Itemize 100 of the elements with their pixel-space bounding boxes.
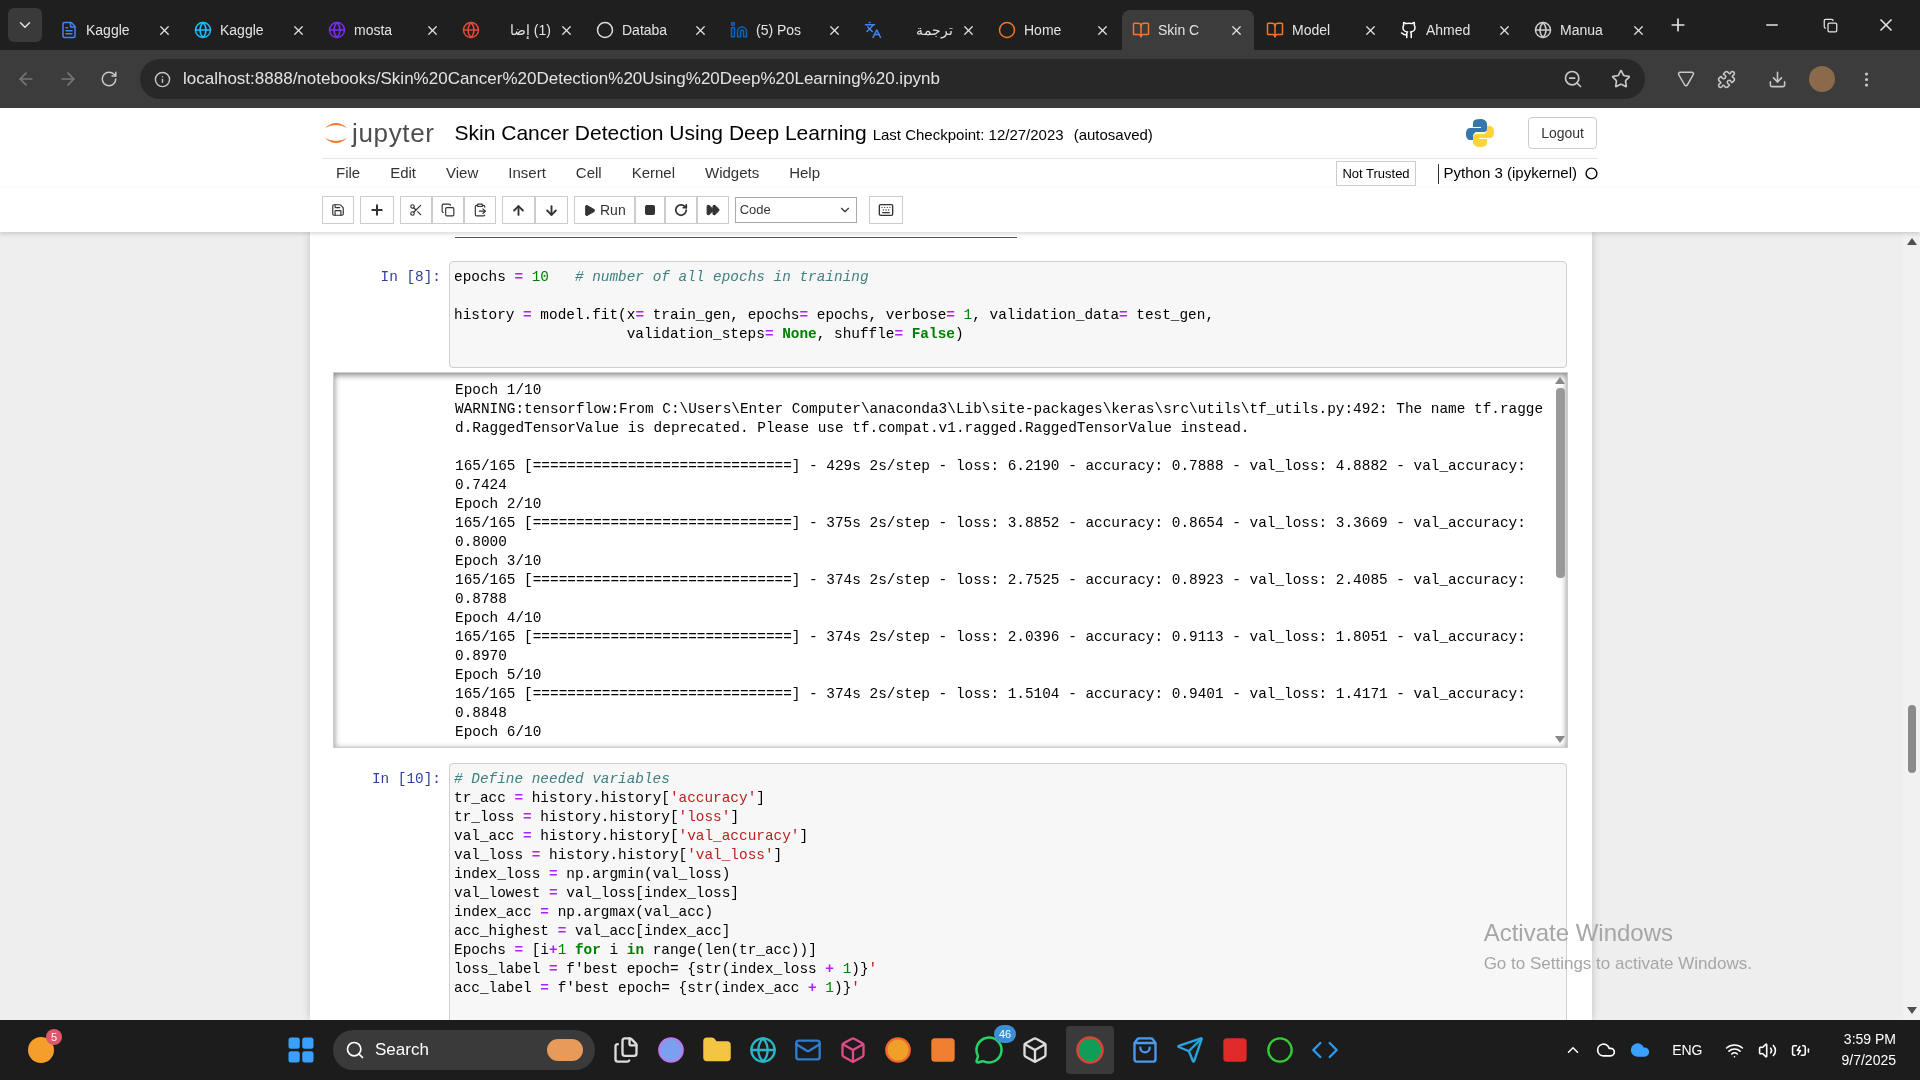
language-indicator[interactable]: ENG bbox=[1672, 1039, 1703, 1061]
browser-tab[interactable]: Home bbox=[988, 10, 1120, 50]
output-line: 165/165 [==============================] - 375s 2s/step - loss: 3.8852 - accuracy: 0.8654 - val_loss: 3.3669 - val_accuracy: 0.8000 bbox=[455, 514, 1527, 552]
kernel-name: Python 3 (ipykernel) bbox=[1443, 163, 1577, 184]
browser-tab[interactable]: (5) Pos bbox=[720, 10, 852, 50]
menu-item[interactable]: Insert bbox=[508, 162, 546, 185]
move-down-button[interactable] bbox=[535, 196, 568, 224]
menu-item[interactable]: Cell bbox=[575, 162, 602, 185]
cut-button[interactable] bbox=[400, 196, 432, 224]
save-button[interactable] bbox=[322, 196, 354, 224]
tab-title: Skin C bbox=[1158, 20, 1201, 40]
code-line: acc_highest = val_acc[index_acc] bbox=[454, 922, 731, 940]
code-input[interactable]: epochs = 10 # number of all epochs in training history = model.fit(x= train_gen, epochs= epochs, verbose= 1, validation_data= test_gen, validation_steps= None, shuffle= False) bbox=[449, 261, 1567, 368]
circle-icon[interactable] bbox=[884, 1036, 912, 1064]
triangle-icon[interactable] bbox=[1677, 70, 1695, 88]
ring-icon[interactable] bbox=[1266, 1036, 1294, 1064]
tab-title: Ahmed bbox=[1426, 20, 1472, 40]
run-all-button[interactable] bbox=[696, 196, 729, 224]
extensions-icon[interactable] bbox=[1717, 69, 1736, 89]
menu-item[interactable]: Help bbox=[789, 162, 821, 185]
bookmark-icon[interactable] bbox=[1611, 69, 1631, 89]
cell-type-select[interactable]: Code bbox=[734, 197, 857, 223]
code-line: history = model.fit(x= train_gen, epochs= epochs, verbose= 1, validation_data= test_gen, bbox=[454, 306, 1215, 324]
code-line: epochs = 10 # number of all epochs in training bbox=[454, 268, 869, 286]
restart-icon bbox=[673, 203, 688, 217]
copy-button[interactable] bbox=[432, 196, 464, 224]
browser-tab[interactable]: Model bbox=[1256, 10, 1388, 50]
globe-icon bbox=[194, 21, 212, 39]
browser-tab[interactable]: Manua bbox=[1524, 10, 1656, 50]
browser-tab[interactable]: (1) إضا bbox=[452, 10, 584, 50]
browser-tab[interactable]: ترجمة bbox=[854, 10, 986, 50]
browser-tab[interactable]: Databa bbox=[586, 10, 718, 50]
cube-icon[interactable] bbox=[1021, 1036, 1049, 1064]
square-icon[interactable] bbox=[929, 1036, 957, 1064]
menu-item[interactable]: Kernel bbox=[631, 162, 675, 185]
tab-list-button[interactable] bbox=[8, 8, 42, 42]
circle-icon[interactable] bbox=[1075, 1035, 1105, 1065]
tab-title: Model bbox=[1292, 20, 1332, 40]
cell-prompt: In [8]: bbox=[379, 268, 442, 287]
menu-item[interactable]: Widgets bbox=[705, 162, 760, 185]
stop-button[interactable] bbox=[634, 196, 665, 224]
browser-tab[interactable]: Skin C bbox=[1122, 10, 1254, 50]
zoom-icon[interactable] bbox=[1563, 69, 1583, 89]
clock-date[interactable]: 9/7/2025 bbox=[1841, 1050, 1896, 1071]
output-line: Epoch 3/10 bbox=[455, 552, 543, 571]
square-icon[interactable] bbox=[1221, 1036, 1249, 1064]
volume-icon[interactable] bbox=[1757, 1040, 1777, 1060]
browser-tab[interactable]: mosta bbox=[318, 10, 450, 50]
circle-icon bbox=[596, 21, 614, 39]
menu-item[interactable]: Edit bbox=[390, 162, 417, 185]
search-field[interactable]: Search bbox=[333, 1030, 595, 1070]
restart-button[interactable] bbox=[664, 196, 697, 224]
reload-icon[interactable] bbox=[100, 70, 118, 88]
cell-prompt: In [10]: bbox=[370, 770, 442, 789]
cloud-icon[interactable] bbox=[1630, 1040, 1651, 1060]
activation-title: Activate Windows bbox=[1483, 917, 1675, 948]
globe-icon bbox=[462, 21, 480, 39]
tab-title: Home bbox=[1024, 20, 1063, 40]
start-icon[interactable] bbox=[286, 1035, 316, 1065]
restore-icon[interactable] bbox=[1823, 17, 1838, 33]
globe-icon bbox=[328, 21, 346, 39]
menu-item[interactable]: File bbox=[336, 162, 361, 185]
address-bar[interactable]: localhost:8888/notebooks/Skin%20Cancer%20Detection%20Using%20Deep%20Learning%20.ipynb bbox=[140, 59, 1645, 99]
keyboard-button[interactable] bbox=[868, 196, 903, 224]
insert-cell-button[interactable] bbox=[360, 196, 394, 224]
notebook-title[interactable]: Skin Cancer Detection Using Deep Learning bbox=[454, 117, 867, 149]
clipboard-icon bbox=[473, 203, 487, 217]
browser-tab[interactable]: Ahmed bbox=[1390, 10, 1522, 50]
fast-forward-icon bbox=[705, 203, 720, 217]
search-icon bbox=[345, 1040, 365, 1060]
bag-icon[interactable] bbox=[1131, 1036, 1159, 1064]
cloud-icon[interactable] bbox=[1596, 1040, 1617, 1060]
browser-tab[interactable]: Kaggle bbox=[184, 10, 316, 50]
clock-time[interactable]: 3:59 PM bbox=[1843, 1029, 1896, 1050]
output-line: 165/165 [==============================] - 374s 2s/step - loss: 1.5104 - accuracy: 0.9401 - val_loss: 1.4171 - val_accuracy: 0.8848 bbox=[455, 685, 1527, 723]
download-icon[interactable] bbox=[1768, 69, 1787, 89]
trust-indicator[interactable]: Not Trusted bbox=[1336, 160, 1416, 187]
logout-button[interactable]: Logout bbox=[1528, 117, 1597, 149]
search-placeholder: Search bbox=[375, 1039, 430, 1062]
autosave-status: (autosaved) bbox=[1073, 124, 1153, 145]
code-line: val_lowest = val_loss[index_loss] bbox=[454, 884, 739, 902]
activation-hint: Go to Settings to activate Windows. bbox=[1483, 952, 1752, 975]
move-up-button[interactable] bbox=[502, 196, 535, 224]
circle-icon[interactable] bbox=[657, 1036, 685, 1064]
paste-button[interactable] bbox=[464, 196, 496, 224]
plus-icon bbox=[369, 202, 385, 218]
run-button[interactable]: Run bbox=[574, 196, 635, 224]
globe-icon[interactable] bbox=[749, 1036, 777, 1064]
files-icon[interactable] bbox=[612, 1036, 640, 1064]
copy-icon bbox=[441, 203, 455, 217]
code-line: loss_label = f'best epoch= {str(index_loss + 1)}' bbox=[454, 960, 878, 978]
menu-item[interactable]: View bbox=[446, 162, 479, 185]
url-text: localhost:8888/notebooks/Skin%20Cancer%20Detection%20Using%20Deep%20Learning%20.ipynb bbox=[183, 68, 941, 91]
tab-title: mosta bbox=[354, 20, 394, 40]
code-line: val_acc = history.history['val_accuracy'] bbox=[454, 827, 809, 845]
checkpoint-text: Last Checkpoint: 12/27/2023 bbox=[872, 124, 1064, 145]
paper-plane-icon[interactable] bbox=[1176, 1036, 1204, 1064]
code-line: index_loss = np.argmin(val_loss) bbox=[454, 865, 731, 883]
browser-tab[interactable]: Kaggle bbox=[50, 10, 182, 50]
book-icon bbox=[1132, 21, 1150, 39]
